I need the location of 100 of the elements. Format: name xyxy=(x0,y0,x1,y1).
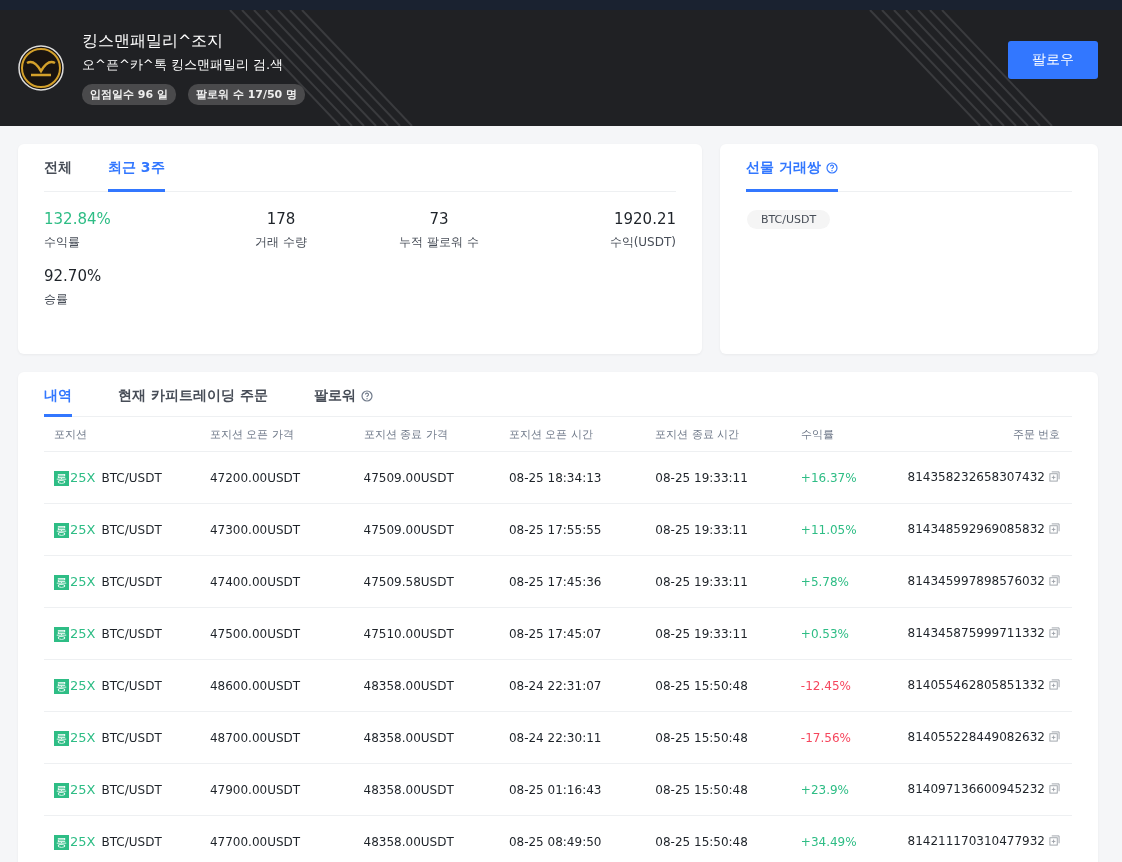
leverage-text: 25X xyxy=(70,521,96,537)
profit-cell: -17.56% xyxy=(790,711,898,764)
orders-tab[interactable]: 팔로워 xyxy=(313,372,373,417)
table-cell: 08-25 17:45:36 xyxy=(498,555,646,608)
order-number: 814358232658307432 xyxy=(907,470,1045,485)
table-cell: 48358.00USDT xyxy=(353,659,499,712)
table-cell: 47500.00USDT xyxy=(199,607,354,660)
table-cell: 08-25 15:50:48 xyxy=(645,815,791,862)
table-cell: 08-25 19:33:11 xyxy=(645,607,791,660)
table-cell: 47300.00USDT xyxy=(199,503,354,556)
table-cell: 08-25 15:50:48 xyxy=(645,711,791,764)
profit-cell: +0.53% xyxy=(790,607,898,660)
leverage-text: 25X xyxy=(70,729,96,745)
pair-text: BTC/USDT xyxy=(101,834,162,849)
long-tag: 롱 xyxy=(54,626,69,642)
table-cell: 08-24 22:30:11 xyxy=(498,711,646,764)
copy-icon[interactable] xyxy=(1049,470,1060,485)
table-cell: 47200.00USDT xyxy=(199,451,354,504)
orders-tab[interactable]: 현재 카피트레이딩 주문 xyxy=(118,372,268,417)
table-cell: 08-25 15:50:48 xyxy=(645,763,791,816)
info-badge: 입점일수 96 일 xyxy=(82,84,176,105)
table-cell: 48700.00USDT xyxy=(199,711,354,764)
help-icon[interactable] xyxy=(825,162,838,174)
stat-label: 누적 팔로워 수 xyxy=(399,234,479,251)
column-header: 포지션 종료 시간 xyxy=(645,417,791,452)
info-badge: 팔로워 수 17/50 명 xyxy=(187,84,306,105)
table-cell: 08-25 17:45:07 xyxy=(498,607,646,660)
pairs-tab-label: 선물 거래쌍 xyxy=(746,159,821,177)
order-number: 814345997898576032 xyxy=(907,574,1045,589)
follow-button[interactable]: 팔로우 xyxy=(1008,41,1098,79)
table-cell: 08-25 18:34:13 xyxy=(498,451,646,504)
logo-icon xyxy=(18,45,64,91)
long-tag: 롱 xyxy=(54,782,69,798)
table-cell: 08-25 19:33:11 xyxy=(645,451,791,504)
leverage-text: 25X xyxy=(70,781,96,797)
pairs-tab[interactable]: 선물 거래쌍 xyxy=(746,144,838,192)
copy-icon[interactable] xyxy=(1049,730,1060,745)
profile-subtitle: 오^픈^카^톡 킹스맨패밀리 검.색 xyxy=(82,56,285,74)
stat-value: 178 xyxy=(266,210,296,228)
stat-value: 1920.21 xyxy=(613,210,676,228)
leverage-text: 25X xyxy=(70,677,96,693)
column-header: 포지션 오픈 시간 xyxy=(498,417,646,452)
column-header: 수익률 xyxy=(790,417,898,452)
profit-cell: +23.9% xyxy=(790,763,898,816)
long-tag: 롱 xyxy=(54,522,69,538)
long-tag: 롱 xyxy=(54,730,69,746)
profit-cell: +5.78% xyxy=(790,555,898,608)
table-cell: 47510.00USDT xyxy=(353,607,499,660)
pair-text: BTC/USDT xyxy=(101,470,162,485)
table-cell: 08-25 08:49:50 xyxy=(498,815,646,862)
table-cell: 47400.00USDT xyxy=(199,555,354,608)
long-tag: 롱 xyxy=(54,470,69,486)
table-cell: 47509.58USDT xyxy=(353,555,499,608)
profit-cell: -12.45% xyxy=(790,659,898,712)
table-cell: 08-25 19:33:11 xyxy=(645,503,791,556)
table-cell: 08-25 19:33:11 xyxy=(645,555,791,608)
copy-icon[interactable] xyxy=(1049,626,1060,641)
leverage-text: 25X xyxy=(70,573,96,589)
pair-text: BTC/USDT xyxy=(101,782,162,797)
copy-icon[interactable] xyxy=(1049,522,1060,537)
column-header: 주문 번호 xyxy=(897,417,1072,452)
profit-cell: +16.37% xyxy=(790,451,898,504)
stat-label: 수익(USDT) xyxy=(609,234,676,251)
pair-chip: BTC/USDT xyxy=(747,210,831,229)
pair-text: BTC/USDT xyxy=(101,574,162,589)
help-icon[interactable] xyxy=(360,390,373,402)
table-cell: 08-24 22:31:07 xyxy=(498,659,646,712)
profile-name: 킹스맨패밀리^조지 xyxy=(82,31,225,52)
order-number: 814348592969085832 xyxy=(907,522,1045,537)
orders-tab-label: 팔로워 xyxy=(313,387,356,405)
stat-value: 92.70% xyxy=(44,267,103,285)
pair-text: BTC/USDT xyxy=(101,626,162,641)
stat-label: 거래 수량 xyxy=(255,234,307,251)
table-cell: 08-25 15:50:48 xyxy=(645,659,791,712)
copy-icon[interactable] xyxy=(1049,834,1060,849)
table-cell: 08-25 17:55:55 xyxy=(498,503,646,556)
stat-value: 132.84% xyxy=(44,210,112,228)
column-header: 포지션 종료 가격 xyxy=(353,417,499,452)
order-number: 814097136600945232 xyxy=(907,782,1045,797)
stat-label: 수익률 xyxy=(44,234,81,251)
profit-cell: +34.49% xyxy=(790,815,898,862)
copy-icon[interactable] xyxy=(1049,678,1060,693)
copy-icon[interactable] xyxy=(1049,574,1060,589)
table-cell: 48600.00USDT xyxy=(199,659,354,712)
orders-tab[interactable]: 내역 xyxy=(44,372,72,417)
period-tab[interactable]: 전체 xyxy=(44,144,72,192)
period-tab[interactable]: 최근 3주 xyxy=(108,144,165,192)
table-cell: 47509.00USDT xyxy=(353,503,499,556)
column-header: 포지션 xyxy=(44,417,200,452)
table-cell: 47509.00USDT xyxy=(353,451,499,504)
table-cell: 47700.00USDT xyxy=(199,815,354,862)
column-header: 포지션 오픈 가격 xyxy=(199,417,354,452)
leverage-text: 25X xyxy=(70,833,96,849)
pair-text: BTC/USDT xyxy=(101,730,162,745)
pair-text: BTC/USDT xyxy=(101,522,162,537)
order-number: 814055228449082632 xyxy=(907,730,1045,745)
pair-text: BTC/USDT xyxy=(101,678,162,693)
copy-icon[interactable] xyxy=(1049,782,1060,797)
stat-value: 73 xyxy=(429,210,449,228)
long-tag: 롱 xyxy=(54,574,69,590)
